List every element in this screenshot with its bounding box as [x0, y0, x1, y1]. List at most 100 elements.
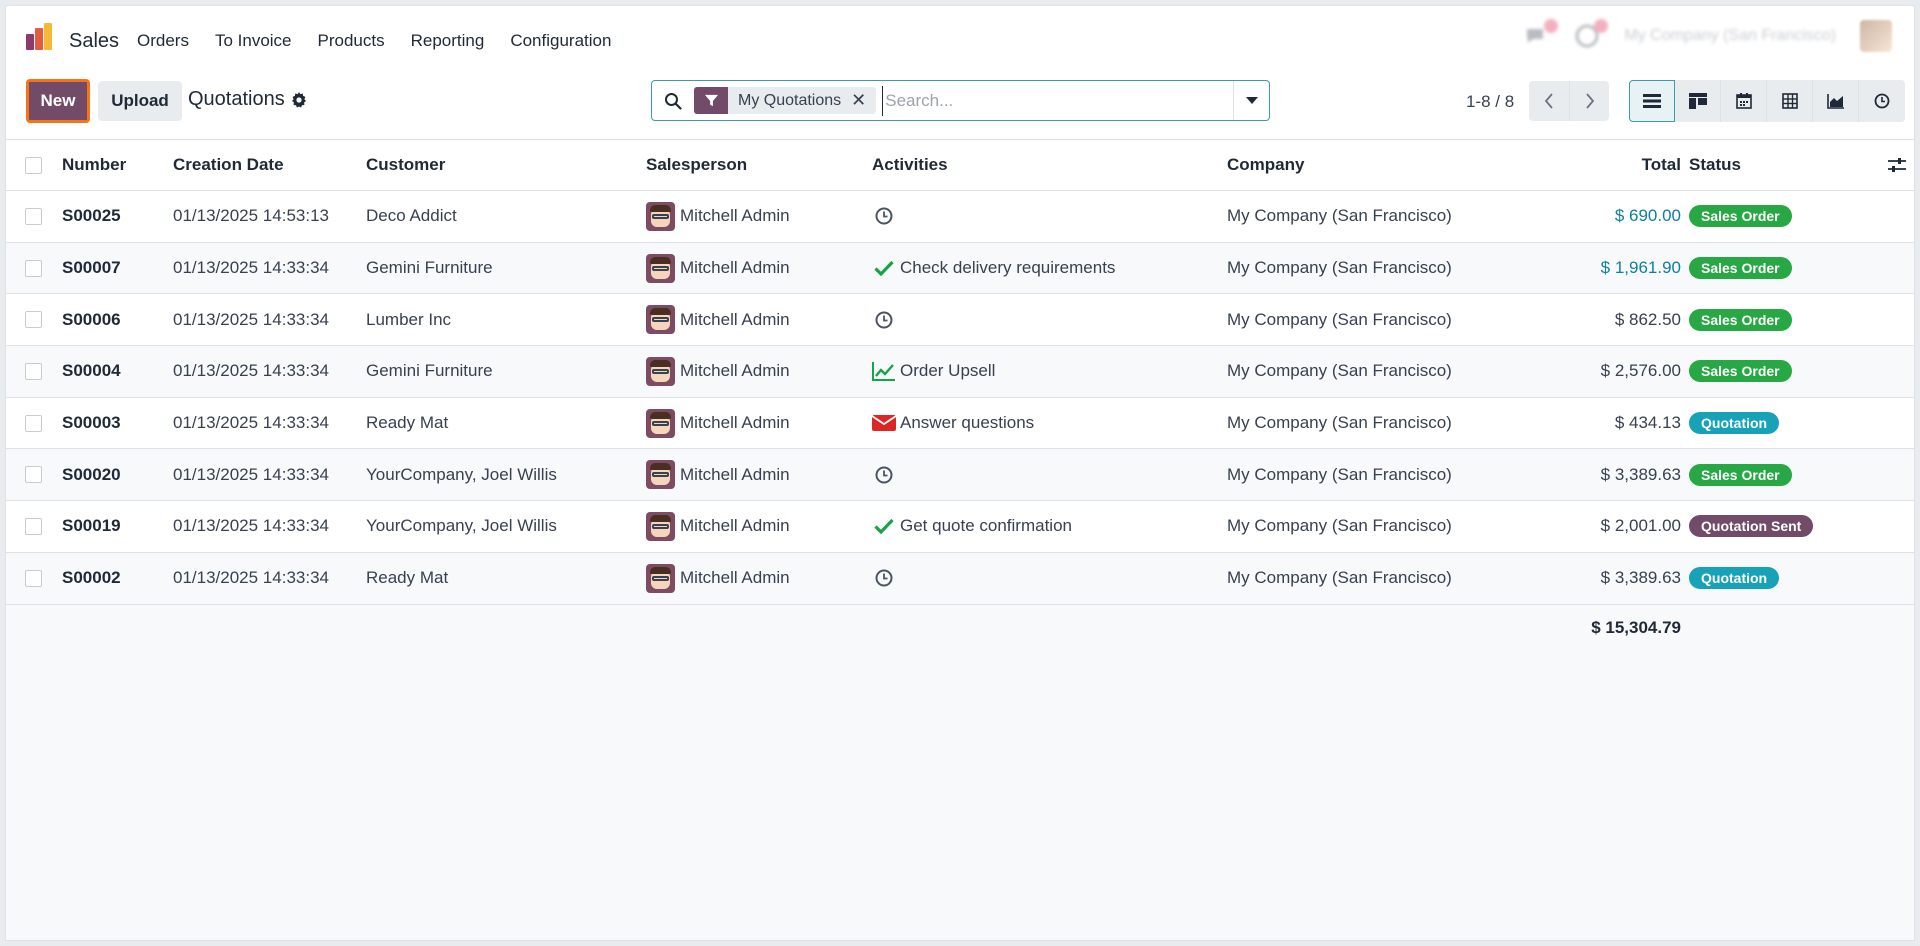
row-checkbox[interactable] — [25, 311, 42, 329]
sales-app-icon[interactable] — [24, 22, 54, 52]
cell-activities[interactable] — [872, 191, 900, 242]
table-row[interactable]: S00020 01/13/2025 14:33:34 YourCompany, … — [6, 449, 1914, 502]
check-icon[interactable] — [872, 257, 896, 279]
row-checkbox[interactable] — [25, 362, 42, 380]
status-badge: Sales Order — [1689, 463, 1792, 486]
company-switcher[interactable]: My Company (San Francisco) — [1624, 27, 1836, 45]
table-row[interactable]: S00007 01/13/2025 14:33:34 Gemini Furnit… — [6, 242, 1914, 295]
col-total[interactable]: Total — [1642, 140, 1681, 190]
row-checkbox[interactable] — [25, 259, 42, 277]
cell-company: My Company (San Francisco) — [1227, 309, 1452, 329]
cell-salesperson[interactable]: Mitchell Admin — [646, 501, 790, 552]
cell-company: My Company (San Francisco) — [1227, 464, 1452, 484]
clock-icon[interactable] — [872, 464, 896, 486]
kanban-view-button[interactable] — [1675, 80, 1721, 122]
facet-remove-icon[interactable]: ✕ — [847, 90, 876, 111]
row-checkbox[interactable] — [25, 466, 42, 484]
salesperson-name: Mitchell Admin — [680, 258, 790, 278]
search-icon[interactable] — [664, 92, 682, 110]
col-salesperson[interactable]: Salesperson — [646, 140, 747, 190]
cell-activities[interactable] — [872, 449, 900, 500]
activity-view-button[interactable] — [1859, 80, 1905, 122]
gear-icon[interactable] — [291, 91, 307, 108]
new-button[interactable]: New — [26, 79, 90, 123]
cell-status: Sales Order — [1689, 243, 1792, 294]
cell-activities[interactable] — [872, 553, 900, 604]
row-select-cell — [25, 553, 42, 604]
col-customer[interactable]: Customer — [366, 140, 445, 190]
table-row[interactable]: S00006 01/13/2025 14:33:34 Lumber Inc Mi… — [6, 294, 1914, 347]
row-checkbox[interactable] — [25, 414, 42, 432]
clock-icon[interactable] — [872, 567, 896, 589]
table-row[interactable]: S00003 01/13/2025 14:33:34 Ready Mat Mit… — [6, 397, 1914, 450]
cell-activities[interactable]: Get quote confirmation — [872, 501, 1072, 552]
cell-salesperson[interactable]: Mitchell Admin — [646, 294, 790, 345]
app-window: Sales Orders To Invoice Products Reporti… — [5, 5, 1915, 941]
cell-customer: Ready Mat — [366, 568, 449, 588]
menu-to-invoice[interactable]: To Invoice — [215, 31, 292, 51]
cell-number: S00003 — [62, 413, 121, 433]
row-checkbox[interactable] — [25, 517, 42, 535]
menu-configuration[interactable]: Configuration — [510, 31, 611, 51]
discuss-icon[interactable] — [1524, 19, 1559, 49]
status-badge: Sales Order — [1689, 205, 1792, 228]
cell-creation-date: 01/13/2025 14:33:34 — [173, 361, 329, 381]
calendar-icon — [1735, 93, 1752, 109]
cell-salesperson[interactable]: Mitchell Admin — [646, 553, 790, 604]
calendar-view-button[interactable] — [1721, 80, 1767, 122]
status-badge: Sales Order — [1689, 360, 1792, 383]
cell-activities[interactable]: Answer questions — [872, 398, 1034, 449]
cell-activities[interactable] — [872, 294, 900, 345]
chart-line-icon[interactable] — [872, 360, 896, 382]
row-select-cell — [25, 294, 42, 345]
col-number[interactable]: Number — [62, 140, 126, 190]
menu-products[interactable]: Products — [318, 31, 385, 51]
table-row[interactable]: S00019 01/13/2025 14:33:34 YourCompany, … — [6, 501, 1914, 553]
row-checkbox[interactable] — [25, 207, 42, 225]
cell-salesperson[interactable]: Mitchell Admin — [646, 398, 790, 449]
search-bar: My Quotations ✕ — [651, 80, 1270, 121]
cell-salesperson[interactable]: Mitchell Admin — [646, 243, 790, 294]
cell-total: $ 3,389.63 — [1600, 464, 1681, 484]
list-view-button[interactable] — [1629, 80, 1675, 122]
table-row[interactable]: S00002 01/13/2025 14:33:34 Ready Mat Mit… — [6, 552, 1914, 605]
menu-reporting[interactable]: Reporting — [411, 31, 485, 51]
activity-badge — [1594, 19, 1609, 33]
sliders-icon — [1888, 158, 1906, 172]
table-row[interactable]: S00025 01/13/2025 14:53:13 Deco Addict M… — [6, 191, 1914, 243]
salesperson-avatar — [646, 511, 675, 541]
cell-activities[interactable]: Order Upsell — [872, 346, 995, 397]
select-all-checkbox[interactable] — [25, 156, 42, 174]
cell-salesperson[interactable]: Mitchell Admin — [646, 449, 790, 500]
clock-icon[interactable] — [872, 205, 896, 227]
col-creation-date[interactable]: Creation Date — [173, 140, 284, 190]
search-options-toggle[interactable] — [1233, 81, 1269, 120]
upload-button[interactable]: Upload — [98, 81, 182, 121]
cell-status: Sales Order — [1689, 449, 1792, 500]
cell-activities[interactable]: Check delivery requirements — [872, 243, 1115, 294]
cell-salesperson[interactable]: Mitchell Admin — [646, 191, 790, 242]
menu-orders[interactable]: Orders — [137, 31, 189, 51]
pivot-view-button[interactable] — [1767, 80, 1813, 122]
pager-previous-button[interactable] — [1529, 81, 1569, 121]
cell-total: $ 862.50 — [1614, 309, 1681, 329]
check-icon[interactable] — [872, 515, 896, 537]
optional-columns-toggle[interactable] — [1888, 140, 1906, 190]
graph-view-button[interactable] — [1813, 80, 1859, 122]
table-row[interactable]: S00004 01/13/2025 14:33:34 Gemini Furnit… — [6, 346, 1914, 398]
user-avatar[interactable] — [1860, 20, 1892, 52]
search-input[interactable] — [882, 85, 1233, 116]
activity-clock-icon[interactable] — [1574, 19, 1609, 49]
pager-next-button[interactable] — [1569, 81, 1609, 121]
app-name[interactable]: Sales — [69, 30, 119, 53]
cell-salesperson[interactable]: Mitchell Admin — [646, 346, 790, 397]
col-activities[interactable]: Activities — [872, 140, 948, 190]
envelope-icon[interactable] — [872, 412, 896, 434]
pager-value[interactable]: 1-8 / 8 — [1466, 92, 1514, 112]
cell-customer: Ready Mat — [366, 413, 449, 433]
clock-icon[interactable] — [872, 309, 896, 331]
col-company[interactable]: Company — [1227, 140, 1304, 190]
cell-creation-date: 01/13/2025 14:33:34 — [173, 413, 329, 433]
col-status[interactable]: Status — [1689, 140, 1741, 190]
row-checkbox[interactable] — [25, 569, 42, 587]
